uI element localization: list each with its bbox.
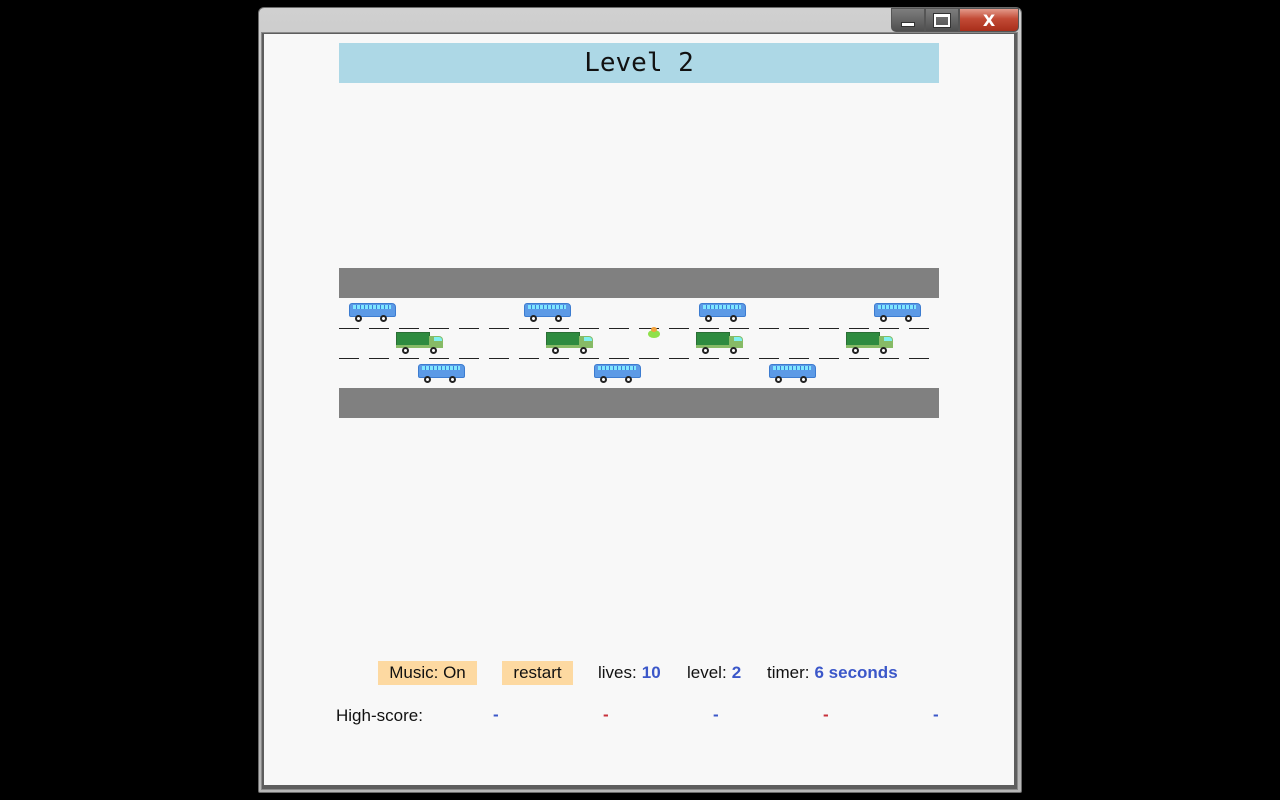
level-display: level: 2 <box>687 661 741 685</box>
music-toggle-button[interactable]: Music: On <box>378 661 477 685</box>
level-label: level: <box>687 663 727 682</box>
minimize-button[interactable] <box>891 8 925 32</box>
road <box>339 298 939 388</box>
restart-button[interactable]: restart <box>502 661 573 685</box>
window-controls: X <box>891 8 1019 32</box>
truck-icon <box>696 331 744 355</box>
highscore-slot: - <box>603 705 609 724</box>
close-button[interactable]: X <box>959 8 1019 32</box>
road-curb-top <box>339 268 939 298</box>
lives-label: lives: <box>598 663 637 682</box>
truck-icon <box>846 331 894 355</box>
frog-icon <box>647 327 661 338</box>
bus-icon <box>874 301 922 323</box>
bus-icon <box>769 362 817 384</box>
timer-display: timer: 6 seconds <box>767 661 898 685</box>
minimize-icon <box>902 22 914 26</box>
highscore-slot: - <box>493 705 499 724</box>
maximize-icon <box>934 13 950 27</box>
highscore-slot: - <box>823 705 829 724</box>
bus-icon <box>418 362 466 384</box>
truck-icon <box>396 331 444 355</box>
lives-display: lives: 10 <box>598 661 661 685</box>
bus-icon <box>349 301 397 323</box>
highscore-slot: - <box>713 705 719 724</box>
bus-icon <box>594 362 642 384</box>
highscore-label: High-score: <box>336 706 423 725</box>
road-curb-bottom <box>339 388 939 418</box>
truck-icon <box>546 331 594 355</box>
level-title: Level 2 <box>339 43 939 83</box>
lane-divider-2 <box>339 358 939 359</box>
lives-value: 10 <box>641 663 661 682</box>
maximize-button[interactable] <box>925 8 959 32</box>
level-value: 2 <box>731 663 742 682</box>
highscore-slot: - <box>933 705 939 724</box>
lane-divider-1 <box>339 328 939 329</box>
timer-value: 6 seconds <box>814 663 898 682</box>
close-icon: X <box>982 10 996 30</box>
timer-label: timer: <box>767 663 810 682</box>
bus-icon <box>524 301 572 323</box>
bus-icon <box>699 301 747 323</box>
